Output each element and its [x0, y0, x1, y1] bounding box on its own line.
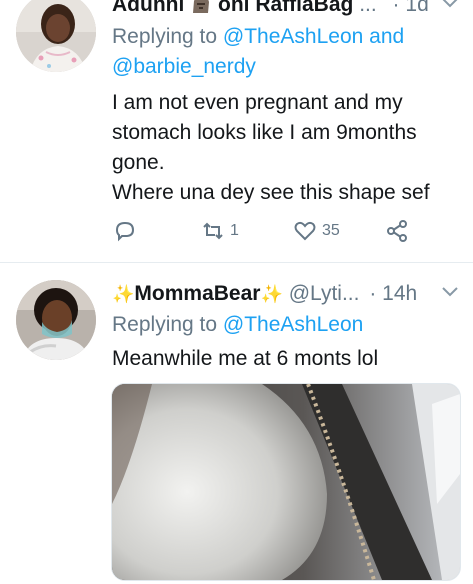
- moai-emoji-icon: [193, 0, 210, 13]
- tweet-2[interactable]: ✨MommaBear✨ @Lyti... · 14h Replying to @…: [0, 263, 473, 584]
- mention-link[interactable]: @TheAshLeon: [223, 313, 363, 336]
- tweet-header: ✨MommaBear✨ @Lyti... · 14h: [112, 279, 417, 309]
- tweet-time[interactable]: 1d: [405, 0, 428, 16]
- separator-dot: ·: [369, 282, 377, 305]
- tweet-text-line: stomach looks like I am 9months: [112, 121, 417, 144]
- chevron-down-icon[interactable]: [441, 0, 459, 10]
- like-button[interactable]: 35: [292, 216, 340, 246]
- replying-to: Replying to @TheAshLeon: [112, 310, 452, 340]
- reply-button[interactable]: [112, 216, 138, 246]
- retweet-button[interactable]: 1: [200, 216, 239, 246]
- share-button[interactable]: [384, 216, 410, 246]
- share-icon: [387, 220, 407, 242]
- replying-to-label: Replying to: [112, 25, 218, 48]
- mention-link[interactable]: @barbie_nerdy: [112, 55, 256, 78]
- avatar[interactable]: [16, 0, 96, 72]
- separator-dot: ·: [392, 0, 400, 16]
- name-ellipsis: ...: [359, 0, 377, 16]
- mention-conjunction[interactable]: and: [369, 25, 404, 48]
- tweet-1[interactable]: Adunni oni RaffiaBag ... · 1d Replying t…: [0, 0, 473, 262]
- like-icon: [294, 221, 316, 241]
- replying-to-label: Replying to: [112, 313, 218, 336]
- tweet-header: Adunni oni RaffiaBag ... · 1d: [112, 0, 429, 20]
- tweet-text: I am not even pregnant and my stomach lo…: [112, 88, 457, 208]
- sparkle-emoji: ✨: [260, 284, 283, 304]
- retweet-count: 1: [230, 222, 239, 239]
- avatar[interactable]: [16, 280, 96, 360]
- tweet-text-line: gone.: [112, 151, 165, 174]
- sparkle-emoji: ✨: [112, 284, 135, 304]
- replying-to: Replying to @TheAshLeon and @barbie_nerd…: [112, 22, 452, 82]
- reply-icon: [115, 221, 135, 242]
- mention-link[interactable]: @TheAshLeon: [223, 25, 363, 48]
- display-name-part1[interactable]: Adunni: [112, 0, 184, 16]
- retweet-icon: [203, 222, 223, 240]
- tweet-photo-image: [112, 384, 460, 580]
- display-name-part2[interactable]: oni RaffiaBag: [218, 0, 353, 16]
- like-count: 35: [322, 222, 340, 239]
- tweet-text: Meanwhile me at 6 monts lol: [112, 347, 379, 370]
- display-name[interactable]: MommaBear: [134, 282, 260, 305]
- user-handle[interactable]: @Lyti...: [289, 282, 360, 305]
- tweet-text-line: I am not even pregnant and my: [112, 91, 403, 114]
- tweet-photo[interactable]: [111, 383, 461, 581]
- chevron-down-icon[interactable]: [441, 285, 459, 299]
- tweet-actions: 1 35: [112, 216, 442, 246]
- tweet-time[interactable]: 14h: [382, 282, 417, 305]
- tweet-text-line: Where una dey see this shape sef: [112, 181, 430, 204]
